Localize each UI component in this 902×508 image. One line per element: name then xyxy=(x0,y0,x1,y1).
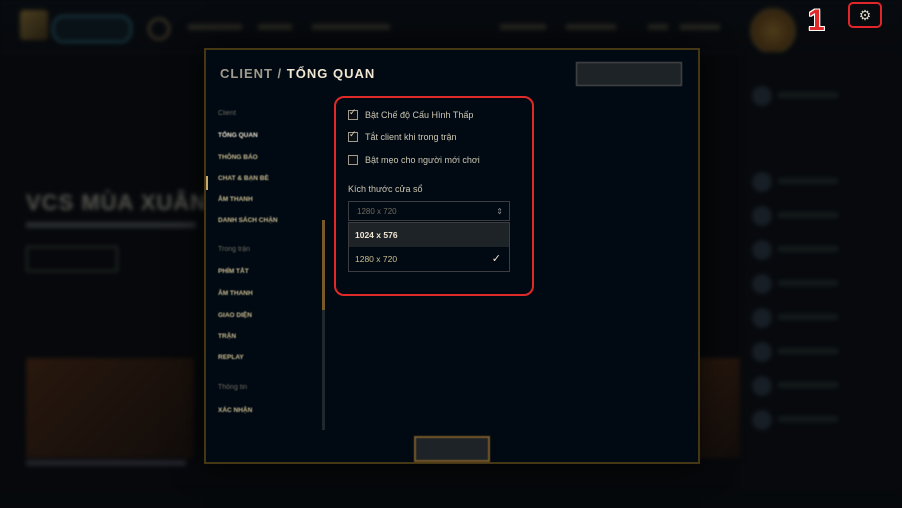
checkmark-icon: ✓ xyxy=(491,253,501,265)
low-spec-checkbox[interactable] xyxy=(348,107,358,120)
highlighted-settings-panel: Bật Chế độ Cấu Hình Thấp Tắt client khi … xyxy=(334,96,534,296)
window-size-select[interactable]: 1280 x 720 ⇕ xyxy=(348,201,510,221)
sidebar-item-general[interactable]: TỔNG QUAN xyxy=(218,132,258,139)
close-client-ingame-option[interactable]: Tắt client khi trong trận xyxy=(348,129,457,142)
settings-button[interactable]: ⚙ xyxy=(848,2,882,28)
close-client-label: Tắt client khi trong trận xyxy=(365,132,457,142)
sidebar-group-info: Thông tin xyxy=(218,384,248,391)
sidebar-item-ingame-sound[interactable]: ÂM THANH xyxy=(218,290,253,297)
sidebar-item-blocklist[interactable]: DANH SÁCH CHẶN xyxy=(218,217,278,224)
restore-defaults-button[interactable] xyxy=(576,62,682,86)
done-button[interactable] xyxy=(414,436,490,462)
gear-icon: ⚙ xyxy=(858,6,872,23)
sidebar-group-ingame: Trong trận xyxy=(218,246,251,253)
sidebar-item-game[interactable]: TRẬN xyxy=(218,333,236,340)
modal-title: CLIENT / TỔNG QUAN xyxy=(220,66,376,81)
updown-chevron-icon: ⇕ xyxy=(496,207,503,216)
sidebar-group-client: Client xyxy=(218,110,236,117)
window-size-option-1280[interactable]: 1280 x 720 ✓ xyxy=(349,247,509,271)
sidebar-item-hotkeys[interactable]: PHÍM TẮT xyxy=(218,268,249,275)
settings-sidebar: Client TỔNG QUAN THÔNG BÁO CHAT & BẠN BÈ… xyxy=(206,102,326,442)
active-indicator xyxy=(206,176,208,190)
window-size-label: Kích thước cửa sổ xyxy=(348,184,423,194)
low-spec-mode-option[interactable]: Bật Chế độ Cấu Hình Thấp xyxy=(348,107,474,120)
sidebar-item-verify[interactable]: XÁC NHẬN xyxy=(218,407,252,414)
close-client-checkbox[interactable] xyxy=(348,129,358,142)
newbie-tips-label: Bật mẹo cho người mới chơi xyxy=(365,155,480,165)
window-size-option-1024[interactable]: 1024 x 576 xyxy=(349,223,509,247)
sidebar-item-sound[interactable]: ÂM THANH xyxy=(218,196,253,203)
sidebar-item-interface[interactable]: GIAO DIỆN xyxy=(218,312,252,319)
low-spec-label: Bật Chế độ Cấu Hình Thấp xyxy=(365,110,474,120)
newbie-tips-checkbox[interactable] xyxy=(348,155,358,165)
sidebar-item-chat[interactable]: CHAT & BẠN BÈ xyxy=(218,175,269,182)
window-size-dropdown: 1024 x 576 1280 x 720 ✓ xyxy=(348,222,510,272)
sidebar-item-notifications[interactable]: THÔNG BÁO xyxy=(218,154,258,161)
settings-modal: CLIENT / TỔNG QUAN Client TỔNG QUAN THÔN… xyxy=(204,48,700,464)
newbie-tips-option[interactable]: Bật mẹo cho người mới chơi xyxy=(348,155,480,165)
step-marker-1: 1 xyxy=(808,4,825,37)
scrollbar-thumb[interactable] xyxy=(322,220,325,310)
sidebar-item-replay[interactable]: REPLAY xyxy=(218,354,244,361)
